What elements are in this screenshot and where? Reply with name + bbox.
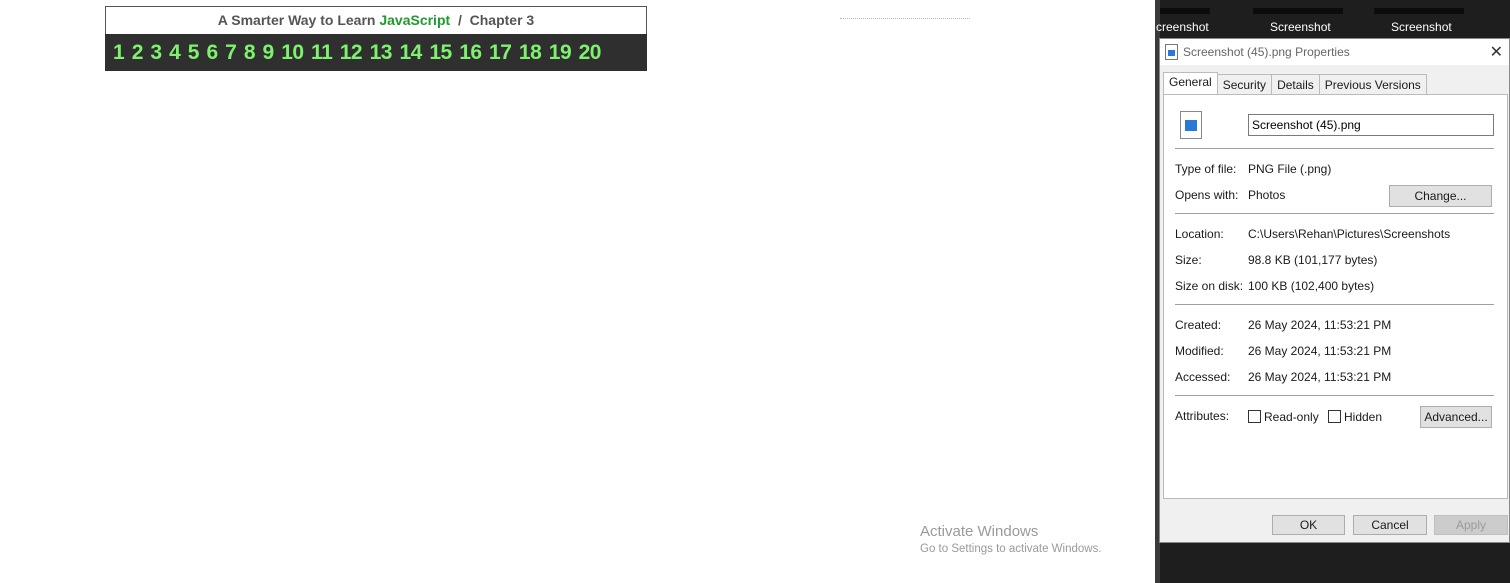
advanced-button[interactable]: Advanced... [1420, 406, 1492, 428]
properties-dialog: Screenshot (45).png Properties ✕ General… [1159, 38, 1510, 543]
page-header: A Smarter Way to Learn JavaScript / Chap… [105, 6, 647, 34]
header-chapter: Chapter 3 [469, 12, 535, 28]
apply-button[interactable]: Apply [1434, 515, 1508, 535]
chapter-link-12[interactable]: 12 [340, 41, 363, 65]
location-value: C:\Users\Rehan\Pictures\Screenshots [1248, 227, 1451, 241]
hidden-checkbox[interactable] [1328, 410, 1341, 423]
tab-security[interactable]: Security [1216, 74, 1273, 94]
created-value: 26 May 2024, 11:53:21 PM [1248, 318, 1392, 332]
filename-input[interactable] [1248, 114, 1494, 136]
opens-with-label: Opens with: [1175, 188, 1239, 202]
opens-with-value: Photos [1248, 188, 1286, 202]
chapter-link-3[interactable]: 3 [150, 41, 162, 65]
read-only-checkbox[interactable] [1248, 410, 1261, 423]
activate-windows-watermark: Activate Windows Go to Settings to activ… [920, 523, 1102, 555]
chapter-link-15[interactable]: 15 [429, 41, 452, 65]
chapter-link-8[interactable]: 8 [244, 41, 256, 65]
chapter-nav: 1 2 3 4 5 6 7 8 9 10 11 12 13 14 15 16 1… [105, 34, 647, 71]
size-on-disk-value: 100 KB (102,400 bytes) [1248, 279, 1375, 293]
size-value: 98.8 KB (101,177 bytes) [1248, 253, 1378, 267]
chapter-link-9[interactable]: 9 [263, 41, 275, 65]
thumbnail-label[interactable]: creenshot [1156, 20, 1209, 34]
size-label: Size: [1175, 253, 1202, 267]
ok-button[interactable]: OK [1272, 515, 1345, 535]
modified-label: Modified: [1175, 344, 1224, 358]
web-page: A Smarter Way to Learn JavaScript / Chap… [0, 0, 1155, 583]
tab-general[interactable]: General [1163, 72, 1218, 94]
tab-details[interactable]: Details [1271, 74, 1320, 94]
image-file-icon [1180, 111, 1202, 139]
chapter-link-6[interactable]: 6 [206, 41, 218, 65]
chapter-link-18[interactable]: 18 [519, 41, 542, 65]
close-icon[interactable]: ✕ [1490, 42, 1503, 62]
divider [1175, 395, 1494, 396]
dialog-title-bar[interactable]: Screenshot (45).png Properties ✕ [1160, 39, 1509, 65]
general-tab-panel: Type of file: PNG File (.png) Opens with… [1163, 94, 1508, 499]
chapter-link-1[interactable]: 1 [113, 41, 125, 65]
chapter-link-10[interactable]: 10 [281, 41, 304, 65]
header-language[interactable]: JavaScript [379, 12, 450, 28]
watermark-subtitle: Go to Settings to activate Windows. [920, 543, 1102, 555]
accessed-value: 26 May 2024, 11:53:21 PM [1248, 370, 1392, 384]
tab-strip: General Security Details Previous Versio… [1163, 72, 1427, 94]
divider [1175, 213, 1494, 214]
size-on-disk-label: Size on disk: [1175, 279, 1244, 293]
read-only-label[interactable]: Read-only [1264, 410, 1319, 424]
chapter-link-13[interactable]: 13 [370, 41, 393, 65]
thumbnail-label[interactable]: Screenshot [1391, 20, 1452, 34]
dotted-divider [840, 18, 970, 19]
chapter-link-7[interactable]: 7 [225, 41, 237, 65]
chapter-link-4[interactable]: 4 [169, 41, 181, 65]
thumbnail-preview [1160, 8, 1210, 14]
created-label: Created: [1175, 318, 1222, 332]
dialog-title: Screenshot (45).png Properties [1183, 45, 1350, 59]
modified-value: 26 May 2024, 11:53:21 PM [1248, 344, 1392, 358]
location-label: Location: [1175, 227, 1224, 241]
watermark-title: Activate Windows [920, 523, 1039, 540]
thumbnail-label[interactable]: Screenshot [1270, 20, 1331, 34]
attributes-label: Attributes: [1175, 409, 1230, 423]
chapter-link-2[interactable]: 2 [132, 41, 144, 65]
chapter-link-19[interactable]: 19 [549, 41, 572, 65]
type-label: Type of file: [1175, 162, 1237, 176]
divider [1175, 148, 1494, 149]
change-button[interactable]: Change... [1389, 185, 1492, 207]
thumbnail-preview [1374, 8, 1464, 14]
tab-previous-versions[interactable]: Previous Versions [1318, 74, 1427, 94]
chapter-link-11[interactable]: 11 [311, 41, 333, 65]
accessed-label: Accessed: [1175, 370, 1231, 384]
cancel-button[interactable]: Cancel [1353, 515, 1427, 535]
divider [1175, 304, 1494, 305]
chapter-link-14[interactable]: 14 [399, 41, 422, 65]
hidden-label[interactable]: Hidden [1344, 410, 1382, 424]
thumbnail-preview [1253, 8, 1343, 14]
file-icon [1165, 44, 1178, 60]
header-prefix: A Smarter Way to Learn [217, 12, 376, 28]
chapter-link-20[interactable]: 20 [579, 41, 602, 65]
header-separator: / [457, 12, 462, 28]
chapter-link-16[interactable]: 16 [459, 41, 482, 65]
chapter-link-5[interactable]: 5 [188, 41, 200, 65]
chapter-link-17[interactable]: 17 [489, 41, 512, 65]
type-value: PNG File (.png) [1248, 162, 1332, 176]
